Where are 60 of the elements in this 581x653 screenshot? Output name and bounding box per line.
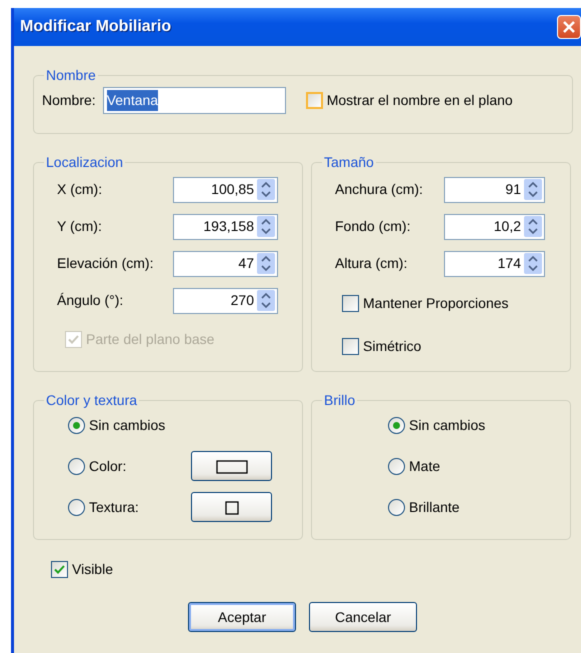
checkbox-label: Mantener Proporciones xyxy=(363,294,509,313)
spin-arrows-icon[interactable] xyxy=(524,253,542,274)
checkbox[interactable] xyxy=(306,92,323,109)
spinner-field[interactable]: 174 xyxy=(444,250,545,277)
close-button[interactable] xyxy=(557,15,581,39)
checkbox[interactable] xyxy=(51,561,68,578)
field-label: Altura (cm): xyxy=(335,254,408,274)
field-label: Y (cm): xyxy=(57,217,103,236)
checkmark-icon xyxy=(68,334,79,345)
spin-arrows-icon[interactable] xyxy=(257,216,275,238)
spinner-field[interactable]: 193,158 xyxy=(173,214,278,240)
spinner-field[interactable]: 100,85 xyxy=(173,176,278,203)
cancel-button[interactable]: Cancelar xyxy=(309,602,417,632)
spin-arrows-icon[interactable] xyxy=(524,216,542,238)
field-label: Fondo (cm): xyxy=(335,217,412,236)
group-title: Nombre xyxy=(45,67,97,84)
radio-label: Sin cambios xyxy=(89,416,166,435)
ok-button[interactable]: Aceptar xyxy=(188,602,296,632)
field-label: Ángulo (°): xyxy=(57,291,124,310)
checkbox-label: Simétrico xyxy=(363,336,422,356)
spinner-field[interactable]: 47 xyxy=(173,250,278,277)
spin-arrows-icon[interactable] xyxy=(257,253,275,274)
checkbox[interactable] xyxy=(342,338,359,355)
texture-button[interactable] xyxy=(191,492,272,522)
radio-button[interactable] xyxy=(68,458,85,475)
checkbox-label: Visible xyxy=(72,560,113,579)
radio-button[interactable] xyxy=(68,498,85,516)
group-title: Color y textura xyxy=(45,392,138,409)
field-label: Nombre: xyxy=(42,90,96,110)
spinner-field[interactable]: 10,2 xyxy=(444,214,545,240)
checkbox[interactable] xyxy=(342,294,359,312)
checkmark-icon xyxy=(54,564,65,575)
radio-label: Color: xyxy=(89,456,126,476)
radio-button[interactable] xyxy=(68,416,85,434)
checkbox-label: Parte del plano base xyxy=(86,330,214,349)
radio-label: Sin cambios xyxy=(409,416,486,435)
group-title: Tamaño xyxy=(323,154,375,171)
close-icon xyxy=(562,20,576,34)
spin-arrows-icon[interactable] xyxy=(257,179,275,200)
radio-label: Brillante xyxy=(409,498,460,517)
spinner-field[interactable]: 91 xyxy=(444,176,545,203)
radio-button[interactable] xyxy=(388,416,405,434)
checkbox-label: Mostrar el nombre en el plano xyxy=(326,90,513,110)
texture-swatch-icon xyxy=(224,501,238,516)
field-label: Elevación (cm): xyxy=(57,254,154,274)
spin-arrows-icon[interactable] xyxy=(524,179,542,200)
group-title: Localizacion xyxy=(45,154,124,171)
window-title: Modificar Mobiliario xyxy=(20,17,172,37)
spin-arrows-icon[interactable] xyxy=(257,290,275,312)
color-button[interactable] xyxy=(191,451,272,482)
spinner-field[interactable]: 270 xyxy=(173,288,278,314)
name-field[interactable]: Ventana xyxy=(102,86,286,114)
group-title: Brillo xyxy=(323,392,356,409)
color-swatch-icon xyxy=(216,460,248,474)
radio-label: Mate xyxy=(409,456,440,476)
radio-label: Textura: xyxy=(89,498,139,517)
radio-button[interactable] xyxy=(388,498,405,516)
radio-button[interactable] xyxy=(388,458,405,475)
field-label: X (cm): xyxy=(57,180,104,200)
field-label: Anchura (cm): xyxy=(335,180,424,200)
